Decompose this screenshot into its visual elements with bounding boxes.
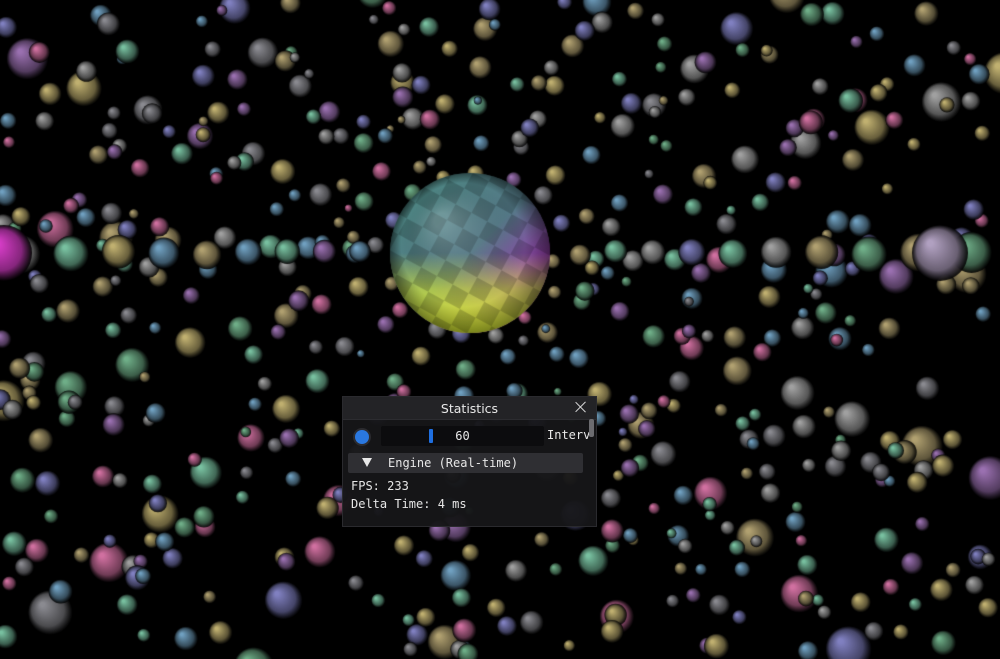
3d-sphere-scene[interactable] [0, 0, 1000, 659]
slider-value: 60 [455, 429, 470, 443]
radio-button[interactable] [353, 428, 371, 446]
header-label: Engine (Real-time) [388, 456, 519, 470]
window-title: Statistics [440, 401, 499, 416]
vertical-scrollbar[interactable] [589, 419, 594, 437]
slider-label: Interv [547, 428, 589, 442]
triangle-down-icon [362, 458, 372, 467]
window-titlebar[interactable]: Statistics [343, 397, 596, 420]
radio-dot [355, 430, 369, 444]
engine-collapsing-header[interactable]: Engine (Real-time) [348, 453, 583, 473]
statistics-window[interactable]: Statistics 60 Interv Engine (Real-time) … [342, 396, 597, 527]
interval-row: 60 Interv [343, 419, 596, 447]
close-icon[interactable] [574, 400, 588, 414]
interval-slider[interactable]: 60 [381, 426, 544, 446]
fps-text: FPS: 233 [351, 479, 409, 493]
delta-time-text: Delta Time: 4 ms [351, 497, 467, 511]
